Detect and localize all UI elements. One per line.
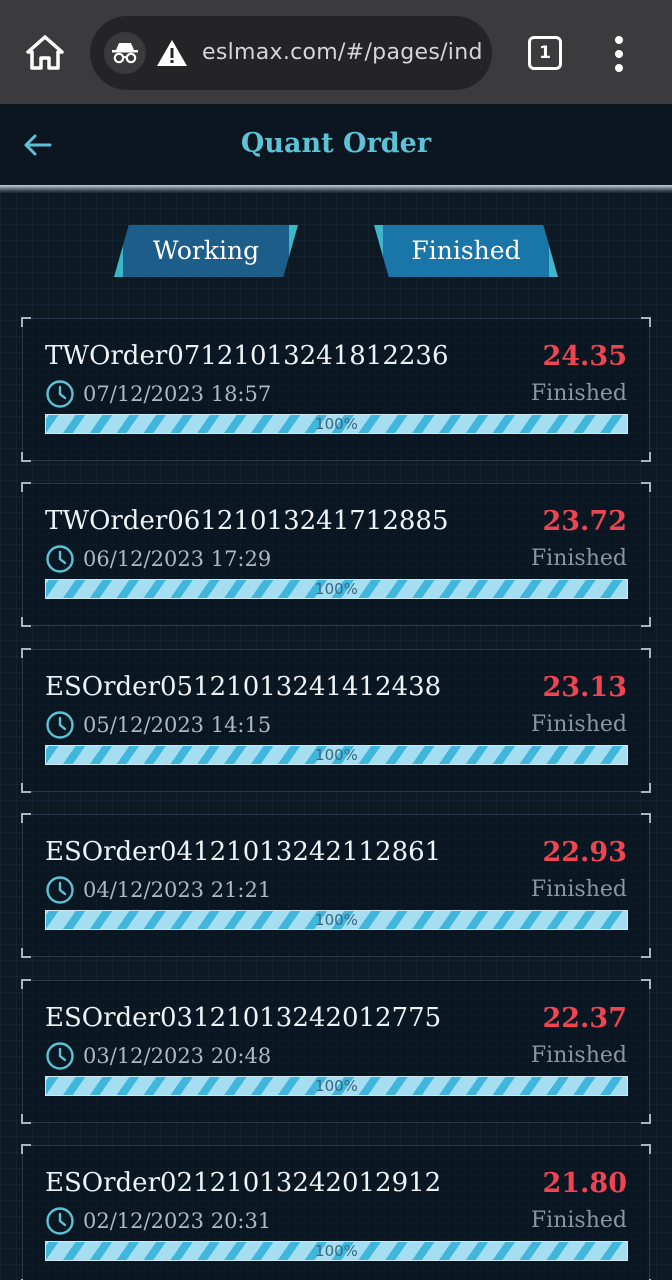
card-corner xyxy=(641,948,651,959)
card-corner xyxy=(641,452,651,462)
order-id: TWOrder07121013241812236 xyxy=(45,341,449,371)
card-corner xyxy=(641,482,651,493)
order-card[interactable]: ESOrder04121013242112861 22.93 04/12/202… xyxy=(21,813,651,959)
card-corner xyxy=(641,978,651,989)
tab-working[interactable]: Working xyxy=(114,225,298,277)
card-corner xyxy=(21,813,31,824)
order-progress-bar: 100% xyxy=(45,579,628,600)
order-id: ESOrder05121013241412438 xyxy=(45,671,442,702)
order-status: Finished xyxy=(530,381,627,406)
order-card[interactable]: TWOrder07121013241812236 24.35 07/12/202… xyxy=(21,317,651,462)
order-progress-label: 100% xyxy=(315,1076,358,1095)
order-amount: 22.93 xyxy=(542,837,627,869)
order-amount: 24.35 xyxy=(542,341,627,372)
order-progress-bar: 100% xyxy=(45,910,628,931)
order-status: Finished xyxy=(530,1042,627,1068)
order-status: Finished xyxy=(530,711,627,737)
order-id: ESOrder04121013242112861 xyxy=(45,837,442,868)
overflow-menu-icon[interactable] xyxy=(606,34,634,74)
order-progress-label: 100% xyxy=(315,745,358,764)
order-time: 06/12/2023 17:29 xyxy=(83,547,272,572)
header-divider xyxy=(0,185,672,193)
order-progress-label: 100% xyxy=(315,1241,358,1260)
order-amount: 23.13 xyxy=(542,671,627,703)
card-corner xyxy=(641,1113,651,1124)
card-corner xyxy=(21,452,31,462)
tab-finished-label: Finished xyxy=(411,236,521,265)
order-card[interactable]: ESOrder02121013242012912 21.80 02/12/202… xyxy=(21,1143,651,1280)
clock-icon xyxy=(46,711,74,739)
clock-icon xyxy=(46,1207,74,1235)
order-id: TWOrder06121013241712885 xyxy=(45,506,449,537)
order-card[interactable]: TWOrder06121013241712885 23.72 06/12/202… xyxy=(21,482,651,628)
card-corner xyxy=(641,647,651,658)
order-amount: 21.80 xyxy=(542,1167,627,1199)
clock-icon xyxy=(46,380,74,408)
order-list: TWOrder07121013241812236 24.35 07/12/202… xyxy=(21,317,651,1280)
order-progress-bar: 100% xyxy=(45,1240,628,1261)
order-status: Finished xyxy=(530,1207,627,1233)
card-corner xyxy=(21,1113,31,1124)
tab-working-label: Working xyxy=(152,236,260,265)
order-progress-label: 100% xyxy=(315,911,358,930)
order-time: 03/12/2023 20:48 xyxy=(83,1043,272,1068)
order-progress-bar: 100% xyxy=(45,414,628,434)
card-corner xyxy=(641,782,651,793)
clock-icon xyxy=(46,876,74,904)
order-amount: 23.72 xyxy=(542,506,627,538)
not-secure-warning-icon[interactable] xyxy=(156,38,188,68)
order-status: Finished xyxy=(530,877,627,903)
order-progress-bar: 100% xyxy=(45,744,628,765)
card-corner xyxy=(641,1143,651,1154)
card-corner xyxy=(641,617,651,628)
order-amount: 22.37 xyxy=(542,1002,627,1034)
card-corner xyxy=(21,978,31,989)
card-corner xyxy=(641,317,651,327)
tab-finished[interactable]: Finished xyxy=(374,225,558,277)
order-progress-label: 100% xyxy=(315,415,358,433)
url-text[interactable]: eslmax.com/#/pages/ind xyxy=(202,36,482,70)
card-corner xyxy=(21,948,31,959)
order-progress-label: 100% xyxy=(315,580,358,599)
order-time: 04/12/2023 21:21 xyxy=(83,878,272,903)
card-corner xyxy=(21,482,31,493)
order-id: ESOrder02121013242012912 xyxy=(45,1167,442,1198)
browser-toolbar: eslmax.com/#/pages/ind 1 xyxy=(0,0,672,104)
home-icon[interactable] xyxy=(24,32,66,74)
order-card[interactable]: ESOrder05121013241412438 23.13 05/12/202… xyxy=(21,647,651,793)
card-corner xyxy=(21,647,31,658)
card-corner xyxy=(21,317,31,327)
order-card[interactable]: ESOrder03121013242012775 22.37 03/12/202… xyxy=(21,978,651,1124)
clock-icon xyxy=(46,1041,74,1070)
card-corner xyxy=(21,617,31,628)
order-progress-bar: 100% xyxy=(45,1075,628,1096)
order-id: ESOrder03121013242012775 xyxy=(45,1002,442,1033)
order-time: 02/12/2023 20:31 xyxy=(83,1208,272,1233)
incognito-icon xyxy=(104,32,146,74)
card-corner xyxy=(641,813,651,824)
order-status: Finished xyxy=(530,546,627,572)
card-corner xyxy=(21,782,31,793)
card-corner xyxy=(21,1143,31,1154)
order-time: 07/12/2023 18:57 xyxy=(83,382,272,406)
clock-icon xyxy=(46,545,74,574)
order-time: 05/12/2023 14:15 xyxy=(83,712,272,737)
tab-switcher-button[interactable]: 1 xyxy=(528,36,562,70)
address-bar[interactable]: eslmax.com/#/pages/ind xyxy=(90,16,492,90)
page-title: Quant Order xyxy=(240,128,432,159)
